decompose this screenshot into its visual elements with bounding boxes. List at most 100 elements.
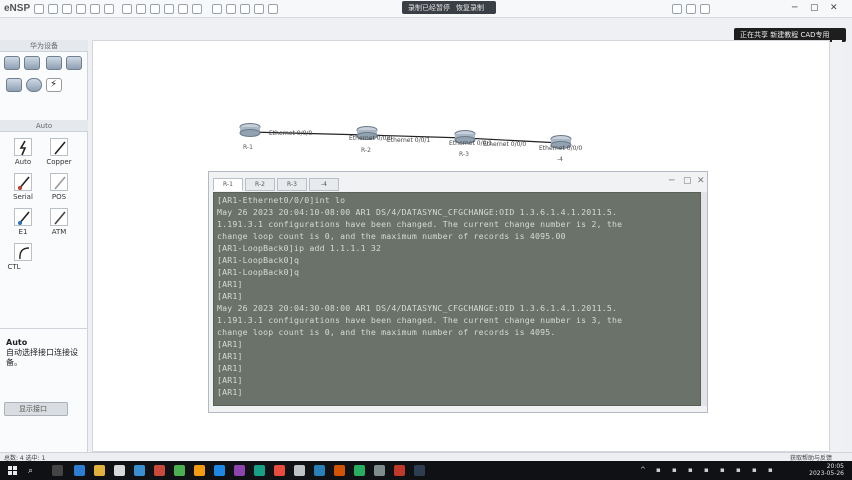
show-interface-button[interactable]: 显示接口	[4, 402, 68, 416]
cli-icon[interactable]	[254, 4, 264, 14]
terminal-scrollbar[interactable]	[701, 192, 707, 406]
tray-icon[interactable]: ▪	[720, 466, 725, 474]
firewall-category-icon[interactable]	[66, 56, 82, 70]
terminal-line: [AR1]	[217, 279, 243, 289]
port-label: Ethernet 0/0/0	[269, 130, 313, 137]
save-icon[interactable]	[62, 4, 72, 14]
switch-category-icon[interactable]	[24, 56, 40, 70]
auto-cable-label: Auto	[14, 158, 32, 166]
maximize-icon[interactable]: ▢	[810, 3, 819, 13]
app-icon[interactable]	[194, 465, 205, 476]
print-icon[interactable]	[76, 4, 86, 14]
canvas-scrollbar[interactable]	[832, 40, 842, 452]
app-icon[interactable]	[354, 465, 365, 476]
auto-cable-icon[interactable]	[14, 138, 32, 156]
select-icon[interactable]	[122, 4, 132, 14]
settings-icon[interactable]	[700, 4, 710, 14]
redo-icon[interactable]	[104, 4, 114, 14]
app-icon[interactable]	[334, 465, 345, 476]
open-icon[interactable]	[48, 4, 58, 14]
app-icon[interactable]	[374, 465, 385, 476]
app-icon[interactable]	[314, 465, 325, 476]
app-logo: eNSP	[4, 3, 31, 14]
close-icon[interactable]: ✕	[830, 3, 838, 13]
app-icon[interactable]	[414, 465, 425, 476]
ellipse-icon[interactable]	[192, 4, 202, 14]
menu-icon[interactable]	[672, 4, 682, 14]
edge-icon[interactable]	[74, 465, 85, 476]
tab-r1[interactable]: R-1	[213, 178, 243, 191]
app-icon[interactable]	[214, 465, 225, 476]
console-maximize-icon[interactable]: ▢	[683, 176, 692, 186]
tray-icon[interactable]: ▪	[704, 466, 709, 474]
app-icon[interactable]	[154, 465, 165, 476]
help-icon[interactable]	[686, 4, 696, 14]
clock-time: 20:05	[826, 463, 844, 470]
windows-start-icon[interactable]	[8, 466, 18, 476]
title-bar: eNSP 录制已经暂停 恢复录制 ─ ▢ ✕	[0, 0, 852, 18]
pos-cable-label: POS	[51, 193, 67, 201]
file-explorer-icon[interactable]	[94, 465, 105, 476]
taskbar-clock[interactable]: 20:05 2023-05-26	[809, 463, 844, 477]
tray-icon[interactable]: ▪	[672, 466, 677, 474]
terminal-line: [AR1]	[217, 339, 243, 349]
wlan-category-icon[interactable]	[46, 56, 62, 70]
undo-icon[interactable]	[90, 4, 100, 14]
tab-r2[interactable]: R-2	[245, 178, 275, 191]
serial-cable-icon[interactable]	[14, 173, 32, 191]
tray-chevron-icon[interactable]: ^	[640, 466, 646, 474]
console-minimize-icon[interactable]: ─	[669, 176, 674, 186]
port-label: Ethernet 0/0/0	[483, 141, 527, 148]
ctl-cable-icon[interactable]	[14, 243, 32, 261]
stop-device-icon[interactable]	[226, 4, 236, 14]
app-icon[interactable]	[174, 465, 185, 476]
delete-icon[interactable]	[150, 4, 160, 14]
router-category-icon[interactable]	[4, 56, 20, 70]
ensp-taskbar-icon[interactable]	[294, 465, 305, 476]
port-label: Ethernet 0/0/0	[539, 145, 583, 152]
store-icon[interactable]	[114, 465, 125, 476]
capture-icon[interactable]	[240, 4, 250, 14]
copper-cable-icon[interactable]	[50, 138, 68, 156]
app-icon[interactable]	[254, 465, 265, 476]
minimize-icon[interactable]: ─	[792, 3, 797, 13]
recording-paused-label: 录制已经暂停	[408, 4, 450, 12]
rectangle-icon[interactable]	[178, 4, 188, 14]
cloud-category-icon[interactable]	[26, 78, 42, 92]
tray-icon[interactable]: ▪	[688, 466, 693, 474]
move-icon[interactable]	[136, 4, 146, 14]
resume-recording-button[interactable]: 恢复录制	[456, 3, 484, 13]
mail-icon[interactable]	[134, 465, 145, 476]
terminal-line: [AR1]	[217, 291, 243, 301]
network-icon[interactable]: ▪	[736, 466, 741, 474]
clock-date: 2023-05-26	[809, 470, 844, 477]
text-icon[interactable]	[164, 4, 174, 14]
router-r1-icon[interactable]	[239, 123, 261, 137]
topology-icon[interactable]	[268, 4, 278, 14]
new-topology-icon[interactable]	[34, 4, 44, 14]
atm-cable-icon[interactable]	[50, 208, 68, 226]
terminal-line: [AR1]	[217, 387, 243, 397]
app-icon[interactable]	[394, 465, 405, 476]
e1-cable-icon[interactable]	[14, 208, 32, 226]
app-icon[interactable]	[234, 465, 245, 476]
terminal-line: [AR1-LoopBack0]ip add 1.1.1.1 32	[217, 243, 382, 253]
terminal-output[interactable]: [AR1-Ethernet0/0/0]int lo May 26 2023 20…	[213, 192, 701, 406]
tray-icon[interactable]: ▪	[656, 466, 661, 474]
windows-taskbar: ⌕ ^ ▪ ▪ ▪ ▪ ▪ ▪ ▪ ▪ 20:05 2023-05-26	[0, 461, 852, 480]
atm-cable-label: ATM	[51, 228, 67, 236]
cable-category-icon[interactable]	[46, 78, 62, 92]
tab-r4[interactable]: -4	[309, 178, 339, 191]
pos-cable-icon[interactable]	[50, 173, 68, 191]
start-device-icon[interactable]	[212, 4, 222, 14]
task-view-icon[interactable]	[52, 465, 63, 476]
volume-icon[interactable]: ▪	[752, 466, 757, 474]
tab-r3[interactable]: R-3	[277, 178, 307, 191]
terminal-line: [AR1]	[217, 351, 243, 361]
pc-category-icon[interactable]	[6, 78, 22, 92]
console-close-icon[interactable]: ✕	[697, 176, 705, 186]
app-icon[interactable]	[274, 465, 285, 476]
ime-icon[interactable]: ▪	[768, 466, 773, 474]
port-label: Ethernet 0/0/0	[349, 135, 393, 142]
search-icon[interactable]: ⌕	[28, 466, 33, 476]
